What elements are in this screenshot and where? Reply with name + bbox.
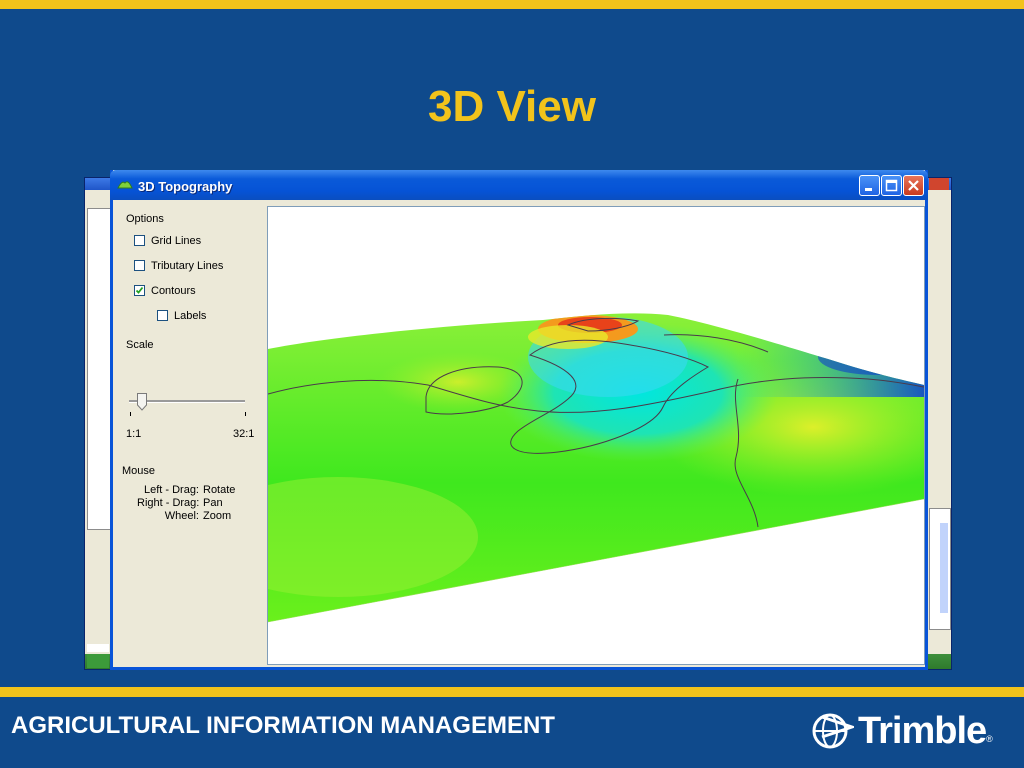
top-accent-bar [0, 0, 1024, 9]
background-status-field [87, 644, 109, 652]
mouse-heading: Mouse [122, 465, 156, 477]
mouse-effect-zoom: Zoom [203, 510, 232, 522]
close-icon [908, 180, 919, 191]
terrain-surface [268, 313, 924, 623]
slider-tick [130, 412, 131, 416]
registered-mark: ® [986, 734, 993, 744]
dialog-titlebar[interactable]: 3D Topography [110, 170, 928, 200]
tributary-lines-label[interactable]: Tributary Lines [151, 260, 223, 272]
grid-lines-checkbox[interactable] [134, 235, 145, 246]
mouse-effect-rotate: Rotate [203, 484, 236, 496]
maximize-icon [885, 179, 898, 192]
slider-tick [245, 412, 246, 416]
minimize-icon [865, 188, 872, 191]
terrain-icon [117, 181, 133, 189]
grid-lines-label[interactable]: Grid Lines [151, 235, 201, 247]
scale-slider-thumb[interactable] [137, 393, 147, 411]
minimize-button[interactable] [859, 175, 880, 196]
labels-label[interactable]: Labels [174, 310, 206, 322]
mouse-action-left-drag: Left - Drag: [143, 484, 199, 496]
options-panel: Options Grid Lines Tributary Lines Conto… [113, 200, 265, 667]
logo-wordmark: Trimble [858, 709, 987, 752]
background-close-button[interactable] [929, 178, 949, 190]
checkmark-icon [135, 286, 144, 294]
scale-heading: Scale [126, 339, 154, 351]
mouse-effect-pan: Pan [203, 497, 223, 509]
background-tree-panel [87, 208, 111, 530]
slide-title: 3D View [428, 82, 596, 131]
maximize-button[interactable] [881, 175, 902, 196]
options-heading: Options [126, 213, 164, 225]
dialog-title: 3D Topography [138, 179, 233, 194]
contours-label[interactable]: Contours [151, 285, 196, 297]
tributary-lines-checkbox[interactable] [134, 260, 145, 271]
terrain-3d-viewport[interactable] [267, 206, 925, 665]
start-button[interactable] [87, 654, 109, 668]
footer-title: AGRICULTURAL INFORMATION MANAGEMENT [11, 712, 555, 739]
close-button[interactable] [903, 175, 924, 196]
trimble-globe-icon [812, 713, 854, 749]
contours-checkbox[interactable] [134, 285, 145, 296]
mouse-action-wheel: Wheel: [164, 510, 199, 522]
labels-checkbox[interactable] [157, 310, 168, 321]
trimble-logo: Trimble ® [812, 706, 993, 756]
background-scrollbar[interactable] [940, 523, 948, 613]
scale-max-label: 32:1 [233, 428, 255, 440]
mouse-action-right-drag: Right - Drag: [137, 497, 200, 509]
bottom-accent-bar [0, 687, 1024, 697]
topography-dialog: 3D Topography Options Grid Lines Tributa… [110, 170, 928, 670]
scale-min-label: 1:1 [126, 428, 142, 440]
